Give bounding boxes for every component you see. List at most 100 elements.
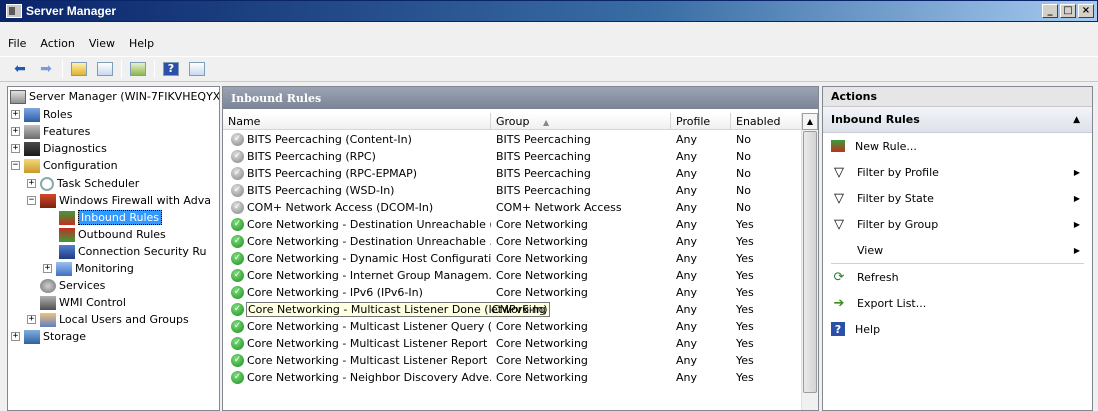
rule-enabled: Yes <box>736 303 754 316</box>
title-bar[interactable]: Server Manager _ □ × <box>0 0 1098 22</box>
export-list-icon[interactable] <box>128 60 148 78</box>
table-row[interactable]: ✓ Core Networking - Destination Unreachab… <box>223 233 803 250</box>
rule-group: COM+ Network Access <box>496 201 622 214</box>
action-export-list[interactable]: ➔ Export List... <box>823 290 1092 316</box>
rule-profile: Any <box>676 354 698 367</box>
collapse-icon[interactable]: − <box>27 196 36 205</box>
rule-name: COM+ Network Access (DCOM-In) <box>247 201 434 214</box>
table-row[interactable]: ✓ BITS Peercaching (RPC-EPMAP) BITS Peerca… <box>223 165 803 182</box>
help-icon[interactable]: ? <box>161 60 181 78</box>
tree-item-storage[interactable]: + Storage <box>11 328 86 345</box>
show-hide-tree-icon[interactable] <box>95 60 115 78</box>
menu-view[interactable]: View <box>89 37 115 50</box>
tree-item-inbound-rules[interactable]: Inbound Rules <box>59 209 163 226</box>
rule-disabled-icon: ✓ <box>231 150 244 163</box>
maximize-button[interactable]: □ <box>1060 4 1076 18</box>
collapse-up-icon[interactable]: ▲ <box>1073 115 1080 125</box>
forward-icon[interactable]: ➡ <box>36 60 56 78</box>
minimize-button[interactable]: _ <box>1042 4 1058 18</box>
column-header-enabled[interactable]: Enabled <box>731 113 803 129</box>
table-row[interactable]: ✓ Core Networking - Multicast Listener Qu… <box>223 318 803 335</box>
action-filter-by-group[interactable]: ▽ Filter by Group ▶ <box>823 211 1092 237</box>
tree-item-label: Roles <box>43 108 73 121</box>
action-filter-by-state[interactable]: ▽ Filter by State ▶ <box>823 185 1092 211</box>
tree-item-diagnostics[interactable]: + Diagnostics <box>11 140 107 157</box>
table-row[interactable]: ✓ Core Networking - Dynamic Host Configur… <box>223 250 803 267</box>
tree-item-configuration[interactable]: − Configuration <box>11 157 118 174</box>
tree-item-monitoring[interactable]: + Monitoring <box>43 260 134 277</box>
expand-icon[interactable]: + <box>11 110 20 119</box>
table-row[interactable]: ✓ Core Networking - Neighbor Discovery Ad… <box>223 369 803 386</box>
tree-item-local-users[interactable]: + Local Users and Groups <box>27 311 189 328</box>
table-row[interactable]: ✓ Core Networking - IPv6 (IPv6-In) Core Ne… <box>223 284 803 301</box>
up-folder-icon[interactable] <box>69 60 89 78</box>
back-icon[interactable]: ⬅ <box>10 60 30 78</box>
expand-icon[interactable]: + <box>43 264 52 273</box>
tree-item-label: Diagnostics <box>43 142 107 155</box>
rule-group: Core Networking <box>496 354 588 367</box>
tree-item-label: Local Users and Groups <box>59 313 189 326</box>
rule-name: BITS Peercaching (RPC-EPMAP) <box>247 167 418 180</box>
action-refresh[interactable]: ⟳ Refresh <box>823 264 1092 290</box>
tree-item-roles[interactable]: + Roles <box>11 106 72 123</box>
rule-profile: Any <box>676 303 698 316</box>
rule-group: Core Networking <box>496 218 588 231</box>
collapse-icon[interactable]: − <box>11 161 20 170</box>
table-row[interactable]: ✓ BITS Peercaching (WSD-In) BITS Peercachi… <box>223 182 803 199</box>
filter-icon: ▽ <box>834 164 844 180</box>
table-row[interactable]: ✓ Core Networking - Multicast Listener Re… <box>223 335 803 352</box>
vertical-scrollbar[interactable]: ▲ <box>801 113 818 410</box>
action-view[interactable]: View ▶ <box>823 237 1092 263</box>
show-hide-action-pane-icon[interactable] <box>187 60 207 78</box>
action-new-rule[interactable]: New Rule... <box>823 133 1092 159</box>
table-row[interactable]: ✓ BITS Peercaching (Content-In) BITS Peerc… <box>223 131 803 148</box>
table-row[interactable]: ✓ Core Networking - Destination Unreachab… <box>223 216 803 233</box>
table-row[interactable]: ✓ COM+ Network Access (DCOM-In) COM+ Netwo… <box>223 199 803 216</box>
column-header-profile[interactable]: Profile <box>671 113 731 129</box>
action-filter-by-profile[interactable]: ▽ Filter by Profile ▶ <box>823 159 1092 185</box>
diagnostics-icon <box>24 141 40 156</box>
menu-help[interactable]: Help <box>129 37 154 50</box>
expand-icon[interactable]: + <box>11 127 20 136</box>
rule-enabled: Yes <box>736 235 754 248</box>
menu-action[interactable]: Action <box>40 37 74 50</box>
tree-item-services[interactable]: Services <box>40 277 105 294</box>
table-row[interactable]: ✓ Core Networking - Multicast Listener Do… <box>223 301 803 318</box>
table-row[interactable]: ✓ BITS Peercaching (RPC) BITS Peercaching A… <box>223 148 803 165</box>
rule-name: Core Networking - Multicast Listener Rep… <box>247 354 491 367</box>
table-row[interactable]: ✓ Core Networking - Internet Group Manage… <box>223 267 803 284</box>
column-header-group[interactable]: Group ▲ <box>491 113 671 129</box>
toolbar-separator <box>121 60 122 78</box>
filter-icon: ▽ <box>834 216 844 232</box>
rule-enabled: No <box>736 150 751 163</box>
action-help[interactable]: ? Help <box>823 316 1092 342</box>
tree-item-label: Outbound Rules <box>78 228 166 241</box>
scrollbar-thumb[interactable] <box>803 131 817 393</box>
column-header-name[interactable]: Name <box>223 113 491 129</box>
tree-item-label: Connection Security Ru <box>78 245 207 258</box>
tree-item-windows-firewall[interactable]: − Windows Firewall with Adva <box>27 192 211 209</box>
rule-enabled: No <box>736 133 751 146</box>
navigation-tree[interactable]: Server Manager (WIN-7FIKVHEQYX + Roles +… <box>7 86 220 411</box>
tree-item-wmi-control[interactable]: WMI Control <box>40 294 126 311</box>
rule-group: Core Networking <box>496 235 588 248</box>
rule-enabled: Yes <box>736 286 754 299</box>
expand-icon[interactable]: + <box>27 179 36 188</box>
menu-file[interactable]: File <box>8 37 26 50</box>
tree-item-server-manager[interactable]: Server Manager (WIN-7FIKVHEQYX <box>10 88 219 105</box>
expand-icon[interactable]: + <box>11 332 20 341</box>
pane-title: Inbound Rules <box>223 87 818 109</box>
close-button[interactable]: × <box>1078 4 1094 18</box>
rule-enabled: Yes <box>736 371 754 384</box>
tree-item-outbound-rules[interactable]: Outbound Rules <box>59 226 166 243</box>
expand-icon[interactable]: + <box>27 315 36 324</box>
tree-item-connection-security[interactable]: Connection Security Ru <box>59 243 207 260</box>
actions-section-inbound-rules[interactable]: Inbound Rules ▲ <box>823 107 1092 133</box>
rule-group: Core Networking <box>496 269 588 282</box>
rule-group: etworking <box>491 303 546 316</box>
scroll-up-icon[interactable]: ▲ <box>802 113 818 130</box>
tree-item-task-scheduler[interactable]: + Task Scheduler <box>27 175 139 192</box>
tree-item-features[interactable]: + Features <box>11 123 90 140</box>
expand-icon[interactable]: + <box>11 144 20 153</box>
table-row[interactable]: ✓ Core Networking - Multicast Listener Re… <box>223 352 803 369</box>
